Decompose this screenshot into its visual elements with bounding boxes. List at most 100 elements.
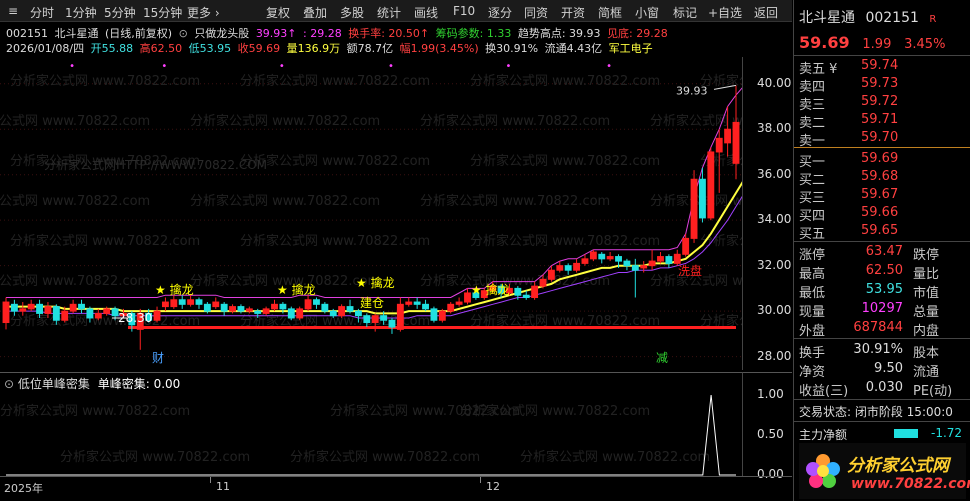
bid-row[interactable]: 买五 59.65: [799, 223, 969, 242]
signal-dot: •: [279, 61, 285, 72]
event-marker-0[interactable]: 财: [152, 351, 164, 365]
menu-icon[interactable]: ≡: [8, 4, 18, 18]
sub-indicator-value: 单峰密集: 0.00: [97, 377, 181, 391]
indicator-name[interactable]: 只做龙头股: [194, 27, 249, 40]
stat-value: 63.47: [865, 244, 903, 259]
sub-indicator-title[interactable]: 低位单峰密集: [18, 377, 90, 391]
toolbar-button-12[interactable]: +自选: [708, 4, 742, 21]
bar-low: 低53.95: [188, 42, 232, 55]
stock-name: 北斗星通: [54, 27, 99, 40]
rong-badge: R: [929, 14, 937, 25]
toolbar-button-5[interactable]: F10: [453, 4, 475, 18]
ask-price: 59.71: [861, 112, 899, 127]
watermark-text: 分析家公式网 www.70822.com: [470, 73, 660, 89]
stat-value: 687844: [853, 320, 903, 335]
date-axis: 2025年 11 12: [0, 476, 792, 501]
ask-price: 59.73: [861, 76, 899, 91]
signal-dot: •: [388, 61, 394, 72]
stat-label-2: 总量: [913, 305, 940, 320]
indicator-header: 002151 北斗星通 (日线,前复权) ⊙ 只做龙头股 39.93↑ : 29…: [6, 25, 671, 41]
period-tab-4[interactable]: 更多 ›: [187, 4, 220, 21]
watermark-text: 分析家公式网 www.70822.com: [290, 449, 480, 465]
toolbar-button-0[interactable]: 复权: [266, 4, 290, 21]
candle: [313, 297, 320, 309]
watermark-text: 分析家公式网 www.70822.com: [0, 193, 150, 209]
bid-price: 59.66: [861, 205, 899, 220]
trend-high-label: 趋势高点: 39.93: [517, 27, 601, 40]
sub-indicator-toggle-icon[interactable]: ⊙: [4, 377, 14, 391]
quote-title: 北斗星通 002151 R: [799, 7, 936, 27]
ask-price: 59.70: [861, 130, 899, 145]
candle: [422, 299, 429, 312]
price-change: 1.99: [862, 37, 892, 52]
ask-row[interactable]: 卖一 59.70: [799, 130, 969, 149]
event-marker-1[interactable]: 减: [656, 351, 668, 365]
bar-amount: 额78.7亿: [346, 42, 394, 55]
candle: [648, 249, 656, 271]
candle: [438, 308, 446, 323]
watermark-text: 分析家公式网 www.70822.com: [420, 273, 610, 289]
ask-row[interactable]: 卖五 ¥ 59.74: [799, 58, 969, 77]
ask-row[interactable]: 卖三 59.72: [799, 94, 969, 113]
ask-label: 卖四: [799, 80, 826, 95]
candle: [271, 299, 278, 312]
site-logo: 分析家公式网 www.70822.com: [799, 443, 970, 499]
price-pct: 3.45%: [904, 37, 946, 52]
toolbar-button-10[interactable]: 小窗: [635, 4, 659, 21]
period-tab-3[interactable]: 15分钟: [143, 4, 182, 21]
toolbar-button-1[interactable]: 叠加: [303, 4, 327, 21]
stat-value: 30.91%: [853, 342, 903, 357]
candle: [598, 252, 606, 264]
bid-row[interactable]: 买二 59.68: [799, 169, 969, 188]
period-tab-1[interactable]: 1分钟: [65, 4, 97, 21]
price-tick: 28.00: [757, 348, 792, 363]
stat-value: 62.50: [865, 263, 903, 278]
watermark-text: 分析家公式网 www.70822.com: [470, 233, 660, 249]
candle: [640, 261, 648, 273]
bid-row[interactable]: 买三 59.67: [799, 187, 969, 206]
stat-value: 10297: [861, 301, 903, 316]
stat-value: 53.95: [865, 282, 903, 297]
stat-value: 9.50: [874, 361, 903, 376]
ask-price: 59.74: [861, 58, 899, 73]
signal-dot: •: [161, 61, 167, 72]
sub-tick: 1.00: [757, 387, 784, 401]
chart-annotation-4: 建仓: [360, 296, 384, 310]
candle: [78, 299, 85, 314]
stat-row: 现量 10297 总量: [799, 301, 969, 320]
candle: [170, 295, 178, 309]
candlestick-chart[interactable]: 分析家公式网 www.70822.com 分析家公式网 www.70822.com…: [0, 57, 742, 370]
candle: [212, 297, 220, 309]
toolbar-button-11[interactable]: 标记: [673, 4, 697, 21]
toolbar-button-3[interactable]: 统计: [377, 4, 401, 21]
stat-label-2: 量比: [913, 267, 940, 282]
toolbar-button-7[interactable]: 同资: [524, 4, 548, 21]
ask-row[interactable]: 卖四 59.73: [799, 76, 969, 95]
chart-mode: (日线,前复权): [105, 27, 173, 40]
price-axis: 40.00 38.00 36.00 34.00 32.00 30.00 28.00: [742, 57, 792, 370]
candle: [338, 304, 346, 318]
period-tab-2[interactable]: 5分钟: [104, 4, 136, 21]
candle: [665, 254, 673, 268]
toolbar-button-8[interactable]: 开资: [561, 4, 585, 21]
toolbar-button-4[interactable]: 画线: [414, 4, 438, 21]
sector-tag[interactable]: 军工电子: [609, 42, 653, 55]
indicator-value-1: 39.93↑: [255, 27, 297, 40]
watermark-text: 分析家公式网 www.70822.com: [470, 153, 660, 169]
watermark-text: 分析家公式网 www.70822.com: [10, 73, 200, 89]
watermark-text: 分析家公式网 www.70822.com: [420, 193, 610, 209]
indicator-toggle-icon[interactable]: ⊙: [179, 27, 188, 40]
chart-annotation-2: ★ 擒龙: [356, 275, 395, 290]
watermark-text: 分析家公式网 www.70822.com: [520, 449, 710, 465]
bid-row[interactable]: 买四 59.66: [799, 205, 969, 224]
toolbar-button-9[interactable]: 简框: [598, 4, 622, 21]
stat-row: 收益(三) 0.030 PE(动): [799, 380, 969, 399]
ask-row[interactable]: 卖二 59.71: [799, 112, 969, 131]
bid-row[interactable]: 买一 59.69: [799, 151, 969, 170]
candle: [388, 317, 396, 334]
toolbar-button-2[interactable]: 多股: [340, 4, 364, 21]
logo-text: 分析家公式网: [847, 456, 949, 476]
toolbar-button-13[interactable]: 返回: [754, 4, 778, 21]
period-tab-0[interactable]: 分时: [30, 4, 54, 21]
toolbar-button-6[interactable]: 逐分: [488, 4, 512, 21]
